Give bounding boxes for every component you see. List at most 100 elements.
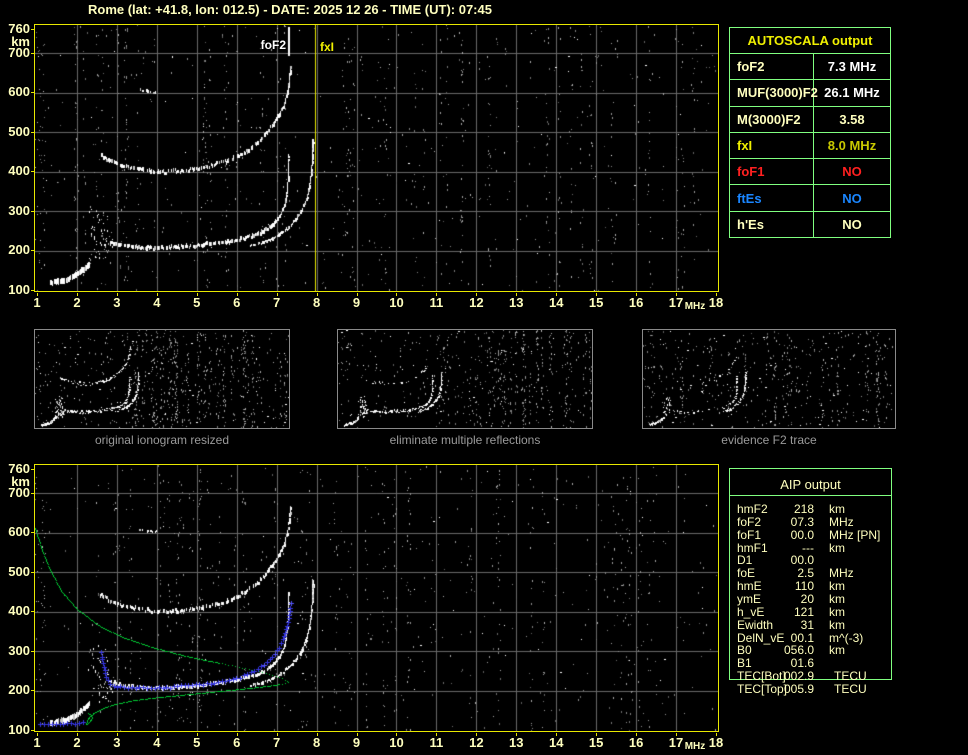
table-cell-label: foE xyxy=(737,566,756,580)
x-axis-unit: MHz xyxy=(684,301,706,312)
x-axis-tick xyxy=(596,733,597,736)
table-cell-label: MUF(3000)F2 xyxy=(730,80,818,106)
table-cell-value: 218 xyxy=(793,502,814,516)
y-axis-tick xyxy=(31,290,35,291)
x-axis-tick xyxy=(357,293,358,296)
x-axis-tick-label: 11 xyxy=(429,735,444,750)
table-cell-label: h'Es xyxy=(730,211,814,237)
y-axis-tick xyxy=(31,211,35,212)
x-axis-tick xyxy=(676,293,677,296)
table-cell-unit: km xyxy=(829,643,845,657)
x-axis-tick xyxy=(556,733,557,736)
x-axis-tick xyxy=(237,293,238,296)
x-axis-tick xyxy=(436,293,437,296)
table-cell-value: 07.3 xyxy=(790,515,814,529)
thumbnail-evidence-f2-trace xyxy=(642,329,896,429)
x-axis-tick xyxy=(357,733,358,736)
thumbnail-caption-eliminate: eliminate multiple reflections xyxy=(389,433,541,447)
table-cell-unit: km xyxy=(829,605,845,619)
table-cell-value: 01.6 xyxy=(790,656,814,670)
x-axis-tick-label: 12 xyxy=(469,735,484,750)
x-axis-tick xyxy=(37,293,38,296)
table-cell-value: 3.58 xyxy=(839,111,865,127)
fxi-marker-label: fxI xyxy=(320,40,335,54)
table-cell-value: 005.9 xyxy=(783,682,814,696)
y-axis-tick-label: 100 xyxy=(8,282,30,298)
table-row: ftEs NO xyxy=(730,185,890,212)
x-axis-tick-label: 5 xyxy=(193,735,201,750)
y-axis-tick xyxy=(31,532,35,533)
x-axis-tick xyxy=(516,733,517,736)
table-cell-value: NO xyxy=(842,164,862,180)
x-axis-tick-label: 14 xyxy=(548,295,564,310)
x-axis-tick xyxy=(636,733,637,736)
table-cell-label: foF1 xyxy=(737,528,762,542)
table-cell-label: foF2 xyxy=(730,54,814,80)
table-row: M(3000)F2 3.58 xyxy=(730,106,890,133)
x-axis-tick-label: 1 xyxy=(33,295,41,310)
x-axis-tick xyxy=(317,733,318,736)
y-axis-tick xyxy=(31,53,35,54)
table-cell-label: hmE xyxy=(737,579,762,593)
x-axis-tick-label: 11 xyxy=(429,295,444,310)
x-axis-tick-label: 15 xyxy=(588,295,604,310)
table-cell-value: 2.5 xyxy=(797,566,814,580)
y-axis-tick-label: 300 xyxy=(8,642,30,658)
x-axis-tick xyxy=(77,293,78,296)
x-axis-tick xyxy=(476,733,477,736)
table-cell-value: 121 xyxy=(793,605,814,619)
table-row: h'Es NO xyxy=(730,211,890,237)
table-row: MUF(3000)F2 26.1 MHz xyxy=(730,80,890,107)
aip-table-header: AIP output xyxy=(780,477,841,492)
table-cell-unit: km xyxy=(829,541,845,555)
x-axis-tick xyxy=(237,733,238,736)
y-axis-tick xyxy=(31,132,35,133)
table-cell-unit: MHz xyxy=(829,515,854,529)
x-axis-tick-label: 6 xyxy=(233,735,241,750)
x-axis-tick xyxy=(37,733,38,736)
y-axis-unit: km xyxy=(11,34,30,49)
y-axis-tick-label: 400 xyxy=(8,163,30,179)
x-axis-tick xyxy=(396,293,397,296)
x-axis-tick xyxy=(277,733,278,736)
autoscala-app-window: Rome (lat: +41.8, lon: 012.5) - DATE: 20… xyxy=(0,0,968,755)
y-axis-tick xyxy=(31,690,35,691)
y-axis-tick xyxy=(31,469,35,470)
y-axis-tick-label: 600 xyxy=(8,84,30,100)
y-axis-tick-label: 200 xyxy=(8,242,30,258)
x-axis-tick-label: 14 xyxy=(548,735,564,750)
y-axis-tick xyxy=(31,730,35,731)
y-axis-tick xyxy=(31,92,35,93)
y-axis-tick-label: 600 xyxy=(8,524,30,540)
y-axis-tick xyxy=(31,171,35,172)
station-header: Rome (lat: +41.8, lon: 012.5) - DATE: 20… xyxy=(88,2,492,17)
x-axis-tick xyxy=(556,293,557,296)
y-axis-tick xyxy=(31,493,35,494)
x-axis-tick xyxy=(716,733,717,736)
table-cell-label: foF2 xyxy=(737,515,762,529)
x-axis-tick xyxy=(77,733,78,736)
x-axis-tick xyxy=(197,733,198,736)
table-cell-label: foF1 xyxy=(730,159,814,185)
x-axis-tick-label: 16 xyxy=(628,735,644,750)
y-axis-tick-label: 500 xyxy=(8,563,30,579)
x-axis-tick-label: 2 xyxy=(73,735,81,750)
x-axis-tick xyxy=(596,293,597,296)
x-axis-tick-label: 16 xyxy=(628,295,644,310)
x-axis-tick-label: 3 xyxy=(113,295,121,310)
aip-header-divider xyxy=(730,495,891,496)
y-axis-tick-label: 100 xyxy=(8,722,30,738)
x-axis-tick xyxy=(516,293,517,296)
x-axis-tick xyxy=(436,733,437,736)
x-axis-tick xyxy=(117,293,118,296)
x-axis-tick-label: 12 xyxy=(469,295,484,310)
table-cell-value: 056.0 xyxy=(783,643,814,657)
y-axis-tick xyxy=(31,572,35,573)
table-cell-label: fxI xyxy=(730,132,814,159)
y-axis-tick xyxy=(31,611,35,612)
table-cell-value: 00.0 xyxy=(790,528,814,542)
x-axis-tick xyxy=(676,733,677,736)
x-axis-tick-label: 5 xyxy=(193,295,201,310)
table-cell-label: B1 xyxy=(737,656,752,670)
x-axis-tick-label: 9 xyxy=(352,295,361,310)
